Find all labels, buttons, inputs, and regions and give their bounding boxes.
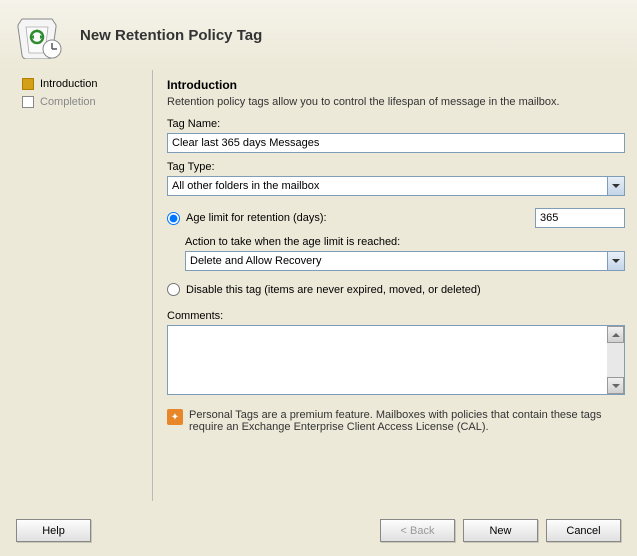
wizard-title: New Retention Policy Tag (80, 27, 262, 44)
cancel-button[interactable]: Cancel (546, 519, 621, 542)
new-button[interactable]: New (463, 519, 538, 542)
premium-info-text: Personal Tags are a premium feature. Mai… (189, 409, 625, 433)
back-button[interactable]: < Back (380, 519, 455, 542)
scrollbar[interactable] (607, 326, 624, 394)
footer: Help < Back New Cancel (0, 509, 637, 556)
content-pane: Introduction Retention policy tags allow… (152, 70, 625, 501)
disable-tag-label: Disable this tag (items are never expire… (186, 284, 481, 296)
disable-radio-row: Disable this tag (items are never expire… (167, 283, 625, 296)
sidebar: Introduction Completion (12, 70, 152, 501)
tag-name-input[interactable] (167, 133, 625, 153)
help-button[interactable]: Help (16, 519, 91, 542)
tag-type-select[interactable] (167, 176, 625, 196)
step-label: Introduction (40, 78, 97, 90)
content-title: Introduction (167, 78, 625, 92)
comments-textarea[interactable] (168, 326, 607, 394)
disable-tag-radio[interactable] (167, 283, 180, 296)
age-limit-label: Age limit for retention (days): (186, 212, 327, 224)
action-label: Action to take when the age limit is rea… (185, 236, 625, 248)
wizard-dialog: New Retention Policy Tag Introduction Co… (0, 0, 637, 556)
age-limit-radio[interactable] (167, 212, 180, 225)
step-introduction[interactable]: Introduction (22, 78, 144, 90)
scroll-up-icon[interactable] (607, 326, 624, 343)
comments-wrap (167, 325, 625, 395)
body: Introduction Completion Introduction Ret… (0, 70, 637, 509)
tag-type-label: Tag Type: (167, 161, 625, 173)
tag-name-label: Tag Name: (167, 118, 625, 130)
step-completion[interactable]: Completion (22, 96, 144, 108)
step-current-icon (22, 78, 34, 90)
step-pending-icon (22, 96, 34, 108)
header: New Retention Policy Tag (0, 0, 637, 70)
scroll-down-icon[interactable] (607, 377, 624, 394)
age-limit-input[interactable] (535, 208, 625, 228)
age-limit-radio-row: Age limit for retention (days): (167, 208, 625, 228)
step-label: Completion (40, 96, 96, 108)
comments-label: Comments: (167, 310, 625, 322)
action-select[interactable] (185, 251, 625, 271)
content-description: Retention policy tags allow you to contr… (167, 96, 625, 108)
premium-info: ✦ Personal Tags are a premium feature. M… (167, 409, 625, 433)
retention-tag-icon (16, 11, 64, 59)
info-icon: ✦ (167, 409, 183, 425)
